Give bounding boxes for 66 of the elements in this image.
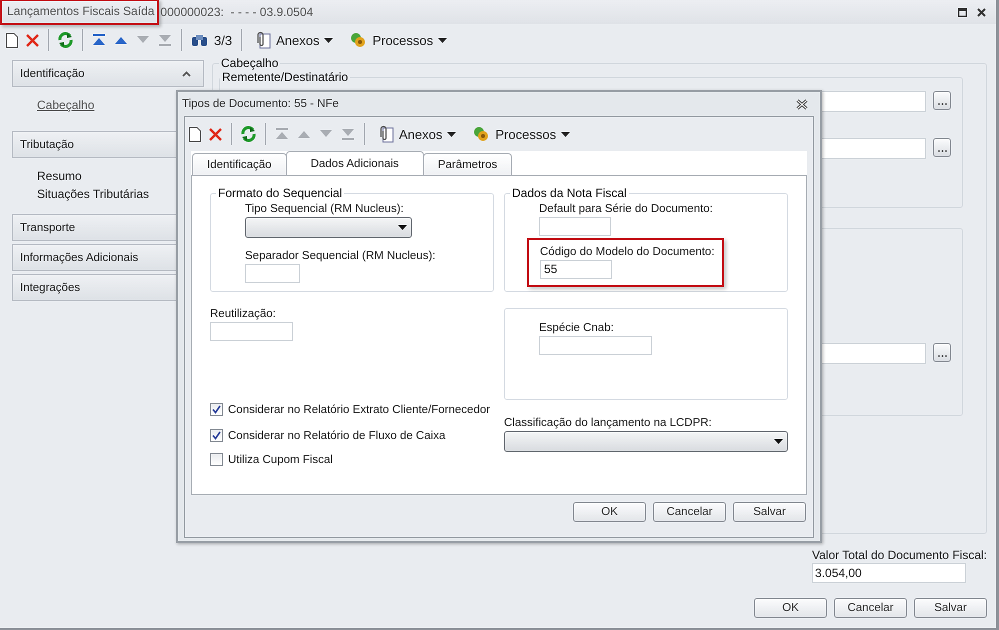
toolbar-menu-button[interactable]: Anexos <box>251 31 338 49</box>
window-subtitle: 000000023: - - - - 03.9.0504 <box>160 5 314 19</box>
new-document-icon[interactable] <box>6 32 18 48</box>
input-field[interactable] <box>539 217 611 236</box>
paperclip-icon[interactable] <box>378 125 394 143</box>
sidebar-section-header[interactable]: Identificação <box>12 60 204 87</box>
field-label: Separador Sequencial (RM Nucleus): <box>245 250 436 262</box>
total-value-field[interactable]: 3.054,00 <box>812 563 966 583</box>
input-field[interactable]: 55 <box>540 260 612 279</box>
dialog-button[interactable]: OK <box>754 598 827 618</box>
caret-icon[interactable] <box>324 38 334 42</box>
caret-icon[interactable] <box>438 38 448 42</box>
checkmark-icon <box>212 431 221 440</box>
refresh-icon[interactable] <box>58 32 73 48</box>
checkmark-icon <box>212 405 221 414</box>
checkbox-option[interactable]: Considerar no Relatório Extrato Cliente/Fornecedor <box>210 403 490 416</box>
dialog-title: Tipos de Documento: 55 - NFe <box>182 98 339 110</box>
group-title: Dados da Nota Fiscal <box>511 186 628 200</box>
dropdown[interactable] <box>245 217 412 238</box>
checkbox[interactable] <box>210 403 223 416</box>
field-label: Código do Modelo do Documento: <box>540 246 715 258</box>
caret-icon[interactable] <box>561 132 570 136</box>
input-field[interactable] <box>539 336 652 355</box>
caret-icon[interactable] <box>774 439 783 444</box>
input-field[interactable] <box>210 322 293 341</box>
field-label: Valor Total do Documento Fiscal: <box>812 548 987 562</box>
refresh-icon[interactable] <box>241 126 256 142</box>
checkbox-option[interactable]: Utiliza Cupom Fiscal <box>210 453 490 466</box>
section-title: Cabeçalho <box>220 56 280 70</box>
window-title: Lançamentos Fiscais Saída <box>7 4 154 18</box>
binoculars-icon[interactable] <box>191 33 208 47</box>
dialog-button[interactable]: OK <box>573 502 646 522</box>
dialog-button[interactable]: Cancelar <box>834 598 907 618</box>
tab[interactable]: Parâmetros <box>422 153 512 175</box>
toolbar-menu-button[interactable]: Processos <box>345 31 452 49</box>
input-field[interactable] <box>245 264 300 283</box>
caret-icon[interactable] <box>447 132 456 136</box>
paperclip-icon[interactable] <box>255 31 272 49</box>
checkbox[interactable] <box>210 429 223 442</box>
collapse-chevron-icon[interactable] <box>182 70 192 76</box>
close-icon[interactable] <box>977 8 986 16</box>
record-count: 3/3 <box>214 32 232 48</box>
toolbar-menu-button[interactable]: Anexos <box>374 125 460 143</box>
restore-icon[interactable] <box>958 8 967 16</box>
first-record-icon[interactable] <box>92 34 106 46</box>
dialog-button[interactable]: Cancelar <box>653 502 726 522</box>
tab[interactable]: Identificação <box>192 153 287 175</box>
field-label: Tipo Sequencial (RM Nucleus): <box>245 203 404 215</box>
delete-icon[interactable] <box>209 128 222 140</box>
checkbox-option[interactable]: Considerar no Relatório de Fluxo de Caixa <box>210 429 490 442</box>
group-title: Remetente/Destinatário <box>221 70 350 84</box>
dropdown[interactable] <box>504 431 788 452</box>
caret-icon[interactable] <box>398 225 407 230</box>
field-label: Reutilização: <box>210 308 276 320</box>
previous-record-icon[interactable] <box>114 36 128 44</box>
delete-icon[interactable] <box>26 34 39 46</box>
field-label: Classificação do lançamento na LCDPR: <box>504 417 712 429</box>
checkbox[interactable] <box>210 453 223 466</box>
field-label: Espécie Cnab: <box>539 322 614 334</box>
dialog-button[interactable]: Salvar <box>914 598 987 618</box>
close-icon[interactable] <box>796 98 808 110</box>
field-label: Default para Série do Documento: <box>539 203 713 215</box>
new-document-icon[interactable] <box>189 126 201 142</box>
toolbar-menu-button[interactable]: Processos <box>468 125 574 143</box>
dialog-button[interactable]: Salvar <box>733 502 806 522</box>
group-title: Formato do Sequencial <box>217 186 344 200</box>
